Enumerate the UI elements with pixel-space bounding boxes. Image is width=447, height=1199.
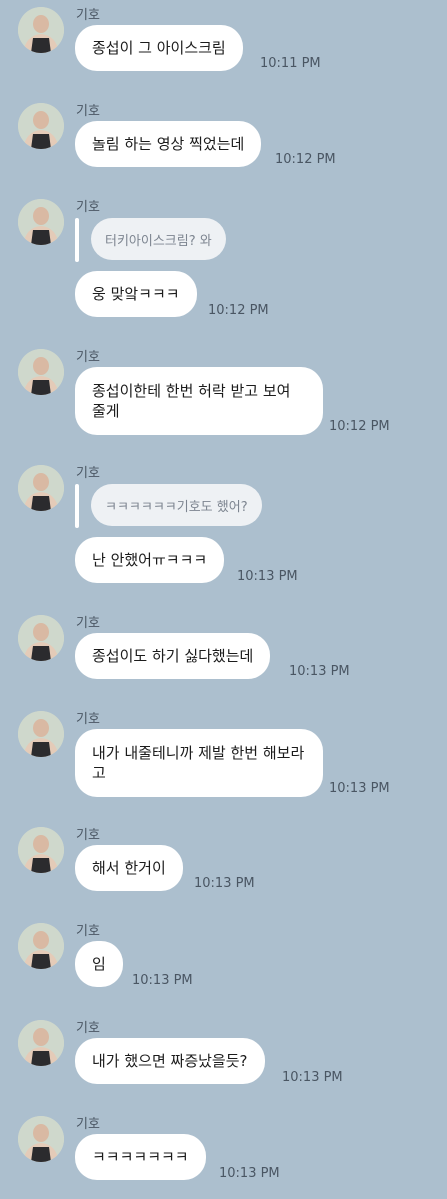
sender-name: 기호 (76, 828, 100, 843)
avatar[interactable] (18, 1020, 64, 1066)
avatar[interactable] (18, 1116, 64, 1162)
message-item: 기호 터키아이스크림? 와 웅 맞앜ㅋㅋㅋ 10:12 PM (0, 196, 447, 320)
sender-name: 기호 (76, 466, 100, 481)
message-bubble[interactable]: 내가 했으면 짜증났을듯? (75, 1038, 265, 1084)
message-time: 10:12 PM (275, 152, 336, 167)
message-bubble[interactable]: 해서 한거이 (75, 845, 183, 891)
message-text: 종섭이 그 아이스크림 (92, 39, 226, 57)
message-time: 10:13 PM (237, 569, 298, 584)
message-time: 10:12 PM (208, 303, 269, 318)
avatar[interactable] (18, 349, 64, 395)
sender-name: 기호 (76, 1117, 100, 1132)
message-time: 10:13 PM (329, 781, 390, 796)
message-item: 기호 종섭이 그 아이스크림 10:11 PM (0, 4, 447, 74)
avatar[interactable] (18, 7, 64, 53)
message-text: 웅 맞앜ㅋㅋㅋ (92, 285, 180, 303)
message-text: 내가 내줄테니까 제발 한번 해보라고 (92, 744, 305, 782)
message-item: 기호 내가 내줄테니까 제발 한번 해보라고 10:13 PM (0, 708, 447, 798)
quoted-text: 터키아이스크림? 와 (105, 233, 212, 249)
message-item: 기호 ㅋㅋㅋㅋㅋㅋㅋ 10:13 PM (0, 1113, 447, 1183)
message-bubble[interactable]: 웅 맞앜ㅋㅋㅋ (75, 271, 197, 317)
sender-name: 기호 (76, 104, 100, 119)
sender-name: 기호 (76, 8, 100, 23)
message-text: 내가 했으면 짜증났을듯? (92, 1052, 248, 1070)
message-time: 10:13 PM (289, 664, 350, 679)
avatar[interactable] (18, 711, 64, 757)
message-time: 10:13 PM (194, 876, 255, 891)
message-bubble[interactable]: 종섭이 그 아이스크림 (75, 25, 243, 71)
message-time: 10:12 PM (329, 419, 390, 434)
message-item: 기호 놀림 하는 영상 찍었는데 10:12 PM (0, 100, 447, 170)
message-text: 놀림 하는 영상 찍었는데 (92, 135, 245, 153)
quoted-message[interactable]: ㅋㅋㅋㅋㅋㅋ기호도 했어? (91, 484, 262, 526)
sender-name: 기호 (76, 200, 100, 215)
message-bubble[interactable]: 임 (75, 941, 123, 987)
quoted-text: ㅋㅋㅋㅋㅋㅋ기호도 했어? (105, 499, 248, 515)
message-time: 10:13 PM (282, 1070, 343, 1085)
sender-name: 기호 (76, 350, 100, 365)
quoted-message[interactable]: 터키아이스크림? 와 (91, 218, 226, 260)
message-item: 기호 ㅋㅋㅋㅋㅋㅋ기호도 했어? 난 안했어ㅠㅋㅋㅋ 10:13 PM (0, 462, 447, 586)
message-text: 난 안했어ㅠㅋㅋㅋ (92, 551, 208, 569)
avatar[interactable] (18, 465, 64, 511)
message-item: 기호 임 10:13 PM (0, 920, 447, 990)
sender-name: 기호 (76, 924, 100, 939)
message-text: 임 (92, 955, 106, 973)
message-time: 10:11 PM (260, 56, 321, 71)
message-text: 종섭이한테 한번 허락 받고 보여 줄게 (92, 382, 291, 420)
message-bubble[interactable]: ㅋㅋㅋㅋㅋㅋㅋ (75, 1134, 206, 1180)
sender-name: 기호 (76, 712, 100, 727)
message-text: 해서 한거이 (92, 859, 166, 877)
avatar[interactable] (18, 923, 64, 969)
avatar[interactable] (18, 827, 64, 873)
message-item: 기호 해서 한거이 10:13 PM (0, 824, 447, 894)
message-item: 기호 종섭이도 하기 싫다했는데 10:13 PM (0, 612, 447, 682)
sender-name: 기호 (76, 1021, 100, 1036)
message-text: ㅋㅋㅋㅋㅋㅋㅋ (92, 1148, 189, 1166)
message-time: 10:13 PM (219, 1166, 280, 1181)
avatar[interactable] (18, 615, 64, 661)
avatar[interactable] (18, 199, 64, 245)
message-bubble[interactable]: 종섭이한테 한번 허락 받고 보여 줄게 (75, 367, 323, 435)
avatar[interactable] (18, 103, 64, 149)
message-text: 종섭이도 하기 싫다했는데 (92, 647, 254, 665)
message-bubble[interactable]: 놀림 하는 영상 찍었는데 (75, 121, 262, 167)
message-time: 10:13 PM (132, 973, 193, 988)
message-item: 기호 종섭이한테 한번 허락 받고 보여 줄게 10:12 PM (0, 346, 447, 436)
message-bubble[interactable]: 난 안했어ㅠㅋㅋㅋ (75, 537, 225, 583)
quote-bar (75, 218, 79, 262)
sender-name: 기호 (76, 616, 100, 631)
message-item: 기호 내가 했으면 짜증났을듯? 10:13 PM (0, 1017, 447, 1087)
message-bubble[interactable]: 종섭이도 하기 싫다했는데 (75, 633, 271, 679)
quote-bar (75, 484, 79, 528)
message-bubble[interactable]: 내가 내줄테니까 제발 한번 해보라고 (75, 729, 323, 797)
